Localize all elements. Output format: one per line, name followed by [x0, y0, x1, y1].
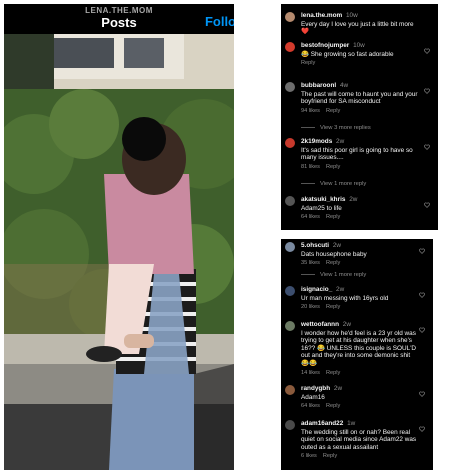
comment-text: Adam25 to life — [301, 204, 342, 212]
like-count[interactable]: 64 likes — [301, 214, 320, 220]
comment-time: 10w — [353, 42, 365, 49]
comment-time: 2w — [336, 138, 345, 145]
like-count[interactable]: 14 likes — [301, 370, 320, 376]
view-replies-link[interactable]: View 3 more replies — [301, 125, 371, 131]
comment-username[interactable]: lena.the.mom — [301, 12, 342, 19]
comment-time: 2w — [342, 321, 351, 328]
comment-username[interactable]: 5.ohscuti — [301, 242, 329, 249]
reply-button[interactable]: Reply — [326, 370, 340, 376]
avatar[interactable] — [285, 42, 295, 52]
post-header: LENA.THE.MOM Posts Follo — [4, 4, 234, 34]
comment-username[interactable]: randygbh — [301, 385, 330, 392]
comment-text: Every day I love you just a little bit m… — [301, 20, 414, 36]
reply-button[interactable]: Reply — [326, 260, 340, 266]
comment-time: 10w — [345, 12, 358, 19]
comment-username[interactable]: adam16and22 — [301, 420, 343, 427]
heart-outline-icon[interactable] — [419, 391, 425, 397]
avatar[interactable] — [285, 385, 295, 395]
comment-text: Dats housephone baby — [301, 250, 367, 258]
heart-outline-icon[interactable] — [419, 248, 425, 254]
comment-text: Adam16 — [301, 393, 325, 401]
comment-time: 1w — [347, 420, 356, 427]
avatar[interactable] — [285, 420, 295, 430]
like-count[interactable]: 64 likes — [301, 403, 320, 409]
heart-outline-icon[interactable] — [424, 88, 430, 94]
comment-text: 😂 She growing so fast adorable — [301, 50, 394, 58]
reply-button[interactable]: Reply — [323, 453, 337, 459]
comment-username[interactable]: isignacio_ — [301, 286, 332, 293]
heart-outline-icon[interactable] — [424, 202, 430, 208]
comment-username[interactable]: 2k19mods — [301, 138, 332, 145]
heart-outline-icon[interactable] — [424, 48, 430, 54]
like-count[interactable]: 81 likes — [301, 164, 320, 170]
view-replies-link[interactable]: View 1 more reply — [301, 181, 366, 187]
avatar[interactable] — [285, 321, 295, 331]
reply-button[interactable]: Reply — [326, 214, 340, 220]
post-username[interactable]: LENA.THE.MOM — [4, 6, 234, 15]
avatar[interactable] — [285, 138, 295, 148]
comments-panel-top: lena.the.mom 10w Every day I love you ju… — [281, 4, 438, 230]
comment-text: Ur man messing with 16yrs old — [301, 294, 389, 302]
post-photo-image — [4, 34, 234, 470]
like-count[interactable]: 35 likes — [301, 260, 320, 266]
view-replies-link[interactable]: View 1 more reply — [301, 272, 366, 278]
comment-time: 2w — [336, 286, 345, 293]
avatar[interactable] — [285, 286, 295, 296]
comment-username[interactable]: akatsuki_khris — [301, 196, 345, 203]
reply-button[interactable]: Reply — [326, 403, 340, 409]
follow-button[interactable]: Follo — [205, 14, 234, 29]
reply-button[interactable]: Reply — [301, 60, 315, 66]
comment-time: 2w — [332, 242, 342, 249]
comment-text: It's sad this poor girl is going to have… — [301, 146, 413, 162]
comment-username[interactable]: bubbaroonl — [301, 82, 336, 89]
page-title: Posts — [101, 15, 137, 30]
like-count[interactable]: 6 likes — [301, 453, 317, 459]
comment-time: 2w — [333, 385, 343, 392]
like-count[interactable]: 20 likes — [301, 304, 320, 310]
comment-username[interactable]: wettoofannn — [301, 321, 339, 328]
post-panel: LENA.THE.MOM Posts Follo — [4, 4, 234, 470]
heart-outline-icon[interactable] — [419, 292, 425, 298]
heart-outline-icon[interactable] — [419, 327, 425, 333]
avatar[interactable] — [285, 196, 295, 206]
post-photo[interactable] — [4, 34, 234, 470]
avatar[interactable] — [285, 82, 295, 92]
heart-outline-icon[interactable] — [424, 144, 430, 150]
like-count[interactable]: 94 likes — [301, 108, 320, 114]
reply-button[interactable]: Reply — [326, 108, 340, 114]
comment-text: I wonder how he'd feel is a 23 yr old wa… — [301, 329, 417, 367]
comment-time: 4w — [339, 82, 349, 89]
comment-time: 2w — [349, 196, 358, 203]
reply-button[interactable]: Reply — [326, 164, 340, 170]
comment-text: The past will come to haunt you and your… — [301, 90, 418, 106]
avatar[interactable] — [285, 242, 295, 252]
reply-button[interactable]: Reply — [326, 304, 340, 310]
heart-outline-icon[interactable] — [419, 426, 425, 432]
comment-username[interactable]: bestofnojumper — [301, 42, 349, 49]
avatar[interactable] — [285, 12, 295, 22]
comment-text: The wedding still on or nah? Been real q… — [301, 428, 417, 451]
comments-panel-bottom: 5.ohscuti 2w Dats housephone baby 35 lik… — [281, 239, 433, 470]
